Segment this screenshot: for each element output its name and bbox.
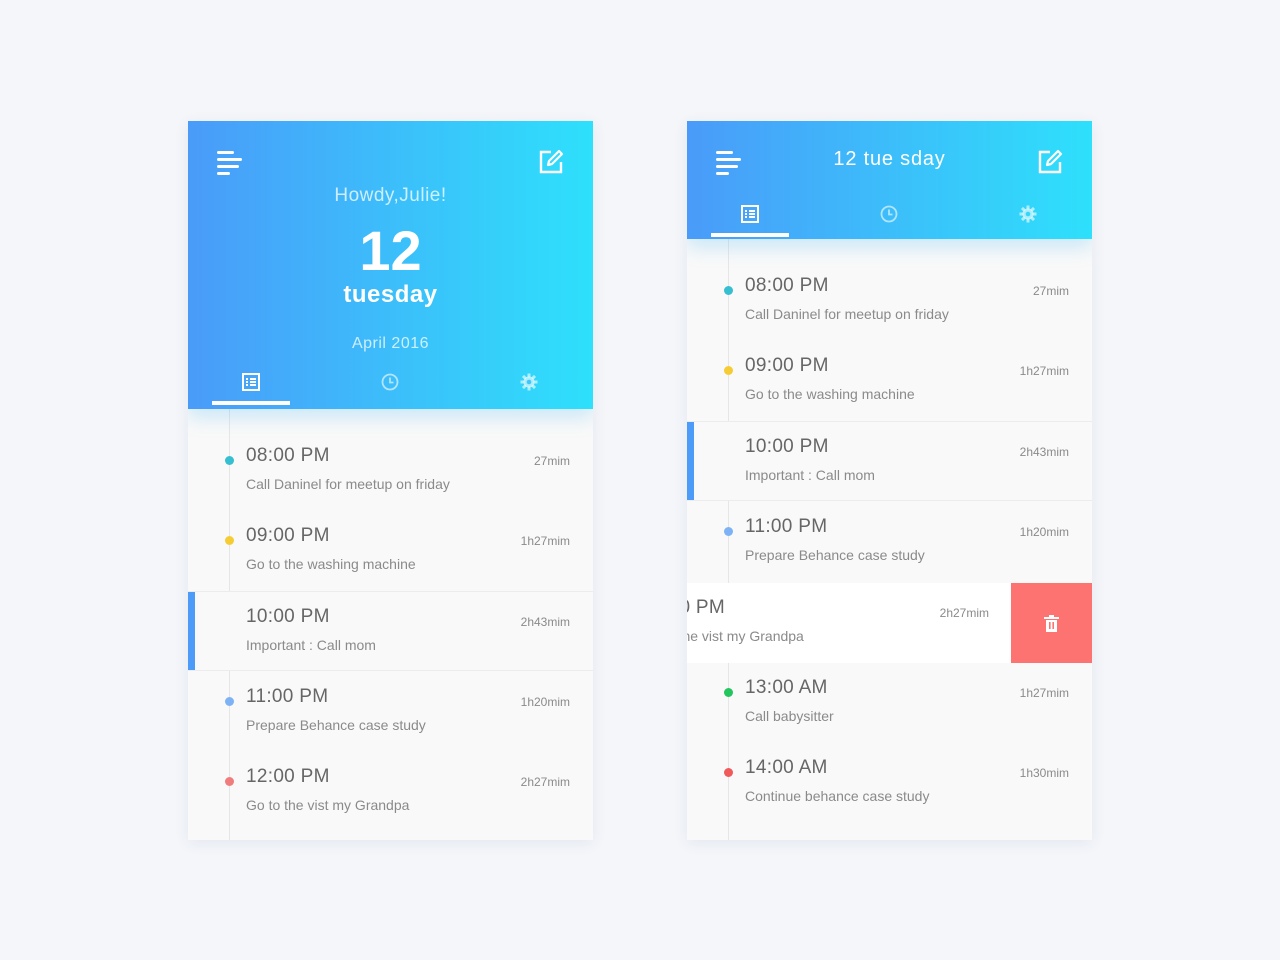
calendar-header: Howdy,Julie! 12 tuesday April 2016 — [188, 121, 593, 409]
event-duration: 2h43mim — [1019, 445, 1069, 459]
active-tab-indicator — [212, 401, 290, 405]
event-description: Important : Call mom — [246, 637, 376, 653]
event-duration: 2h43mim — [520, 615, 570, 629]
event-dot — [225, 456, 234, 465]
greeting-text: Howdy,Julie! — [334, 185, 447, 206]
weekday-label: tuesday — [343, 281, 438, 308]
tab-list[interactable] — [212, 365, 290, 405]
event-time: 08:00 PM — [246, 445, 330, 466]
event-duration: 1h27mim — [1019, 364, 1069, 378]
event-item[interactable]: 14:00 AM Continue behance case study 1h3… — [687, 743, 1092, 823]
event-description: Go to the washing machine — [246, 556, 416, 572]
tab-settings[interactable] — [490, 365, 568, 405]
event-description: Call babysitter — [745, 708, 834, 724]
menu-icon[interactable] — [216, 149, 244, 175]
event-item-important[interactable]: 10:00 PM Important : Call mom 2h43mim — [687, 421, 1092, 501]
event-description: Go to the vist my Grandpa — [246, 797, 410, 813]
edit-icon[interactable] — [538, 149, 564, 175]
event-dot — [225, 536, 234, 545]
swiped-event-row[interactable]: :00 PM to the vist my Grandpa 2h27mim — [687, 583, 1092, 663]
event-duration: 2h27mim — [939, 606, 989, 620]
phone-screen-right: 12 tue sday 08:00 PM Call Daninel for me… — [687, 121, 1092, 840]
active-tab-indicator — [711, 233, 789, 237]
clock-icon — [880, 205, 898, 223]
event-duration: 2h27mim — [520, 775, 570, 789]
calendar-header: 12 tue sday — [687, 121, 1092, 239]
edit-icon[interactable] — [1037, 149, 1063, 175]
event-duration: 1h20mim — [520, 695, 570, 709]
event-dot — [225, 697, 234, 706]
day-number: 12 — [359, 219, 422, 282]
event-description: Go to the washing machine — [745, 386, 915, 402]
phone-screen-left: Howdy,Julie! 12 tuesday April 2016 08:00… — [188, 121, 593, 840]
delete-button[interactable] — [1011, 583, 1092, 663]
event-dot — [724, 688, 733, 697]
tab-clock[interactable] — [850, 197, 928, 237]
event-dot — [724, 366, 733, 375]
event-item[interactable]: 08:00 PM Call Daninel for meetup on frid… — [687, 261, 1092, 341]
event-item[interactable]: 11:00 PM Prepare Behance case study 1h20… — [687, 502, 1092, 582]
event-description: Continue behance case study — [745, 788, 930, 804]
event-description: Call Daninel for meetup on friday — [246, 476, 450, 492]
event-time: 08:00 PM — [745, 275, 829, 296]
event-time: 14:00 AM — [745, 757, 828, 778]
event-description: Prepare Behance case study — [246, 717, 426, 733]
important-indicator-bar — [687, 422, 694, 500]
event-description: Prepare Behance case study — [745, 547, 925, 563]
event-dot — [724, 768, 733, 777]
tab-settings[interactable] — [989, 197, 1067, 237]
event-duration: 1h20mim — [1019, 525, 1069, 539]
event-item[interactable]: 09:00 PM Go to the washing machine 1h27m… — [188, 511, 593, 591]
event-duration: 27mim — [533, 454, 570, 468]
event-description: Important : Call mom — [745, 467, 875, 483]
event-duration: 1h30mim — [1019, 766, 1069, 780]
tab-clock[interactable] — [351, 365, 429, 405]
event-item[interactable]: 08:00 PM Call Daninel for meetup on frid… — [188, 431, 593, 511]
month-year-label: April 2016 — [351, 335, 430, 352]
tab-list[interactable] — [711, 197, 789, 237]
event-time: 12:00 PM — [246, 766, 330, 787]
important-indicator-bar — [188, 592, 195, 670]
event-dot — [225, 777, 234, 786]
event-time: 11:00 PM — [246, 686, 329, 707]
event-item[interactable]: 12:00 PM Go to the vist my Grandpa 2h27m… — [188, 752, 593, 832]
swiped-event-content[interactable]: :00 PM to the vist my Grandpa 2h27mim — [687, 583, 1011, 663]
event-duration: 27mim — [1032, 284, 1069, 298]
event-duration: 1h27mim — [1019, 686, 1069, 700]
event-time: 09:00 PM — [246, 525, 330, 546]
header-title: 12 tue sday — [833, 148, 946, 170]
event-time: 09:00 PM — [745, 355, 829, 376]
clock-icon — [381, 373, 399, 391]
event-time: 13:00 AM — [745, 677, 828, 698]
event-description: to the vist my Grandpa — [687, 628, 804, 644]
event-dot — [724, 286, 733, 295]
event-item-important[interactable]: 10:00 PM Important : Call mom 2h43mim — [188, 591, 593, 671]
gear-icon — [520, 373, 538, 391]
gear-icon — [1019, 205, 1037, 223]
event-item[interactable]: 13:00 AM Call babysitter 1h27mim — [687, 663, 1092, 743]
list-icon — [242, 373, 260, 391]
trash-icon — [1044, 615, 1059, 632]
event-time: 11:00 PM — [745, 516, 828, 537]
event-time: 10:00 PM — [745, 436, 829, 457]
event-description: Call Daninel for meetup on friday — [745, 306, 949, 322]
event-item[interactable]: 09:00 PM Go to the washing machine 1h27m… — [687, 341, 1092, 421]
event-duration: 1h27mim — [520, 534, 570, 548]
event-dot — [724, 527, 733, 536]
event-item[interactable]: 11:00 PM Prepare Behance case study 1h20… — [188, 672, 593, 752]
event-time: :00 PM — [687, 597, 725, 618]
event-time: 10:00 PM — [246, 606, 330, 627]
list-icon — [741, 205, 759, 223]
